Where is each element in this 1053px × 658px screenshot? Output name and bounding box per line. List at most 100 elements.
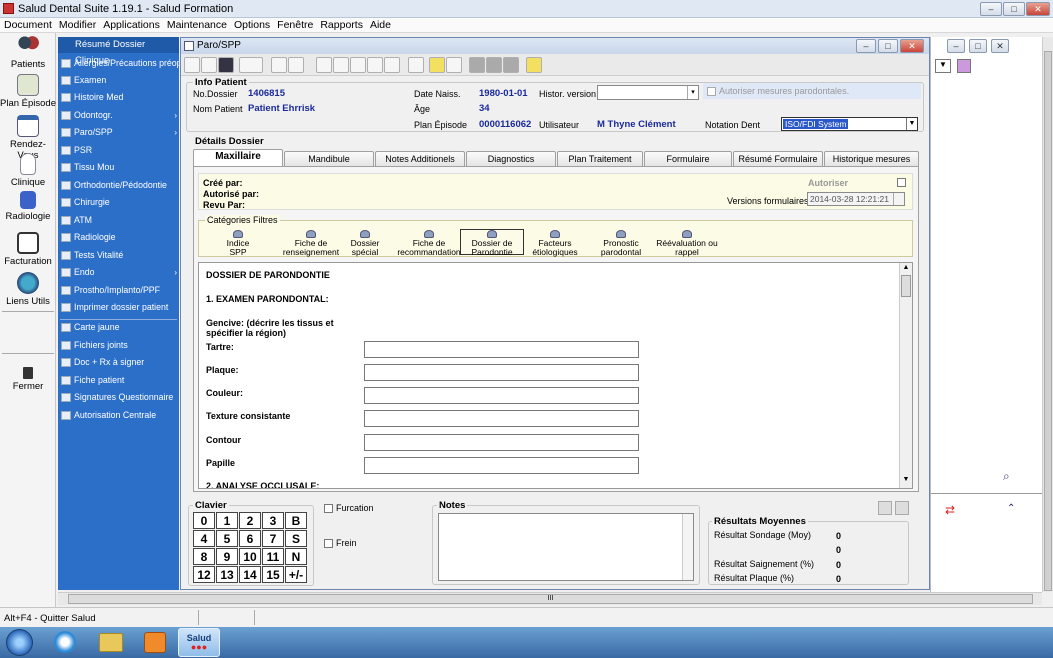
module-liens-utils[interactable]: Liens Utils	[0, 272, 56, 307]
key-1[interactable]: 1	[216, 512, 238, 529]
contour-input[interactable]	[364, 434, 639, 451]
tab-historique-mesures[interactable]: Historique mesures	[824, 151, 919, 166]
tool-icon-8[interactable]	[503, 57, 519, 73]
nav-item-signatures[interactable]: Signatures Questionnaire	[58, 389, 179, 406]
module-fermer[interactable]: Fermer	[0, 367, 56, 392]
nav-item-paro-spp[interactable]: Paro/SPP ›	[58, 124, 179, 141]
nav-item-fichiers-joints[interactable]: Fichiers joints	[58, 337, 179, 354]
key-14[interactable]: 14	[239, 566, 261, 583]
autoriser-mesures-checkbox[interactable]	[707, 87, 716, 96]
key-15[interactable]: 15	[262, 566, 284, 583]
menu-document[interactable]: Document	[0, 18, 55, 31]
paro-close-button[interactable]: ✕	[900, 39, 924, 53]
category-dossier-special[interactable]: Dossier spécial	[337, 230, 393, 257]
document-yellow-icon[interactable]	[429, 57, 445, 73]
media-player-icon[interactable]	[144, 632, 166, 653]
undo-icon[interactable]	[271, 57, 287, 73]
nav-item-prostho[interactable]: Prostho/Implanto/PPF	[58, 282, 179, 299]
tool-icon-1[interactable]	[316, 57, 332, 73]
nav-item-allergies[interactable]: Allergies/Précautions préop.	[58, 55, 179, 72]
tartre-input[interactable]	[364, 341, 639, 358]
nav-item-atm[interactable]: ATM	[58, 212, 179, 229]
exclamation-icon[interactable]	[408, 57, 424, 73]
key-b[interactable]: B	[285, 512, 307, 529]
start-button-icon[interactable]	[6, 629, 33, 656]
histor-version-dropdown[interactable]: ▾	[597, 85, 699, 100]
key-5[interactable]: 5	[216, 530, 238, 547]
nav-item-tests-vitalite[interactable]: Tests Vitalité	[58, 247, 179, 264]
ie-icon[interactable]	[54, 631, 76, 653]
notes-scrollbar[interactable]	[682, 514, 693, 580]
menu-fenetre[interactable]: Fenêtre	[273, 18, 316, 31]
close-button[interactable]: ✕	[1026, 2, 1050, 16]
menu-applications[interactable]: Applications	[99, 18, 163, 31]
nav-header[interactable]: Résumé Dossier Clinique	[58, 37, 179, 66]
bg-refresh-icon[interactable]: ⇄	[945, 503, 955, 517]
results-nav-back-icon[interactable]	[878, 501, 892, 515]
bg-search-icon[interactable]: ⌕	[1003, 469, 1010, 484]
category-fiche-renseignement[interactable]: Fiche de renseignement	[281, 230, 341, 257]
bg-restore-button[interactable]: □	[969, 39, 987, 53]
notes-textarea[interactable]	[438, 513, 694, 581]
main-horizontal-scrollbar[interactable]: III	[58, 592, 1042, 605]
category-indice-spp[interactable]: Indice SPP	[218, 230, 258, 257]
frein-checkbox[interactable]	[324, 539, 333, 548]
module-patients[interactable]: Patients	[0, 35, 56, 70]
main-scroll-thumb[interactable]	[1044, 51, 1052, 591]
main-vertical-scrollbar[interactable]	[1042, 37, 1053, 592]
nav-item-odontogr[interactable]: Odontogr. ›	[58, 107, 179, 124]
results-nav-forward-icon[interactable]	[895, 501, 909, 515]
paro-maximize-button[interactable]: □	[878, 39, 898, 53]
key-8[interactable]: 8	[193, 548, 215, 565]
tab-formulaire[interactable]: Formulaire	[644, 151, 732, 166]
category-dossier-parodontie[interactable]: Dossier de Parodontie	[460, 229, 524, 257]
nav-item-imprimer[interactable]: Imprimer dossier patient	[58, 299, 179, 316]
taskbar-salud[interactable]: Salud ●●●	[178, 628, 220, 657]
nav-item-fiche-patient[interactable]: Fiche patient	[58, 372, 179, 389]
nav-item-chirurgie[interactable]: Chirurgie	[58, 194, 179, 211]
versions-dropdown[interactable]: 2014-03-28 12:21:21	[807, 192, 905, 206]
menu-rapports[interactable]: Rapports	[316, 18, 366, 31]
tool-icon-7[interactable]	[486, 57, 502, 73]
maximize-button[interactable]: □	[1003, 2, 1025, 16]
couleur-input[interactable]	[364, 387, 639, 404]
key-s[interactable]: S	[285, 530, 307, 547]
nav-item-radiologie[interactable]: Radiologie	[58, 229, 179, 246]
nav-item-autorisation[interactable]: Autorisation Centrale	[58, 407, 179, 424]
papille-input[interactable]	[364, 457, 639, 474]
minimize-button[interactable]: –	[980, 2, 1002, 16]
menu-maintenance[interactable]: Maintenance	[163, 18, 230, 31]
open-doc-icon[interactable]	[201, 57, 217, 73]
module-plan-episode[interactable]: Plan Épisode	[0, 74, 56, 109]
tab-resume-formulaire[interactable]: Résumé Formulaire	[733, 151, 823, 166]
tab-plan-traitement[interactable]: Plan Traitement	[557, 151, 643, 166]
nav-item-orthodontie[interactable]: Orthodontie/Pédodontie	[58, 177, 179, 194]
key-10[interactable]: 10	[239, 548, 261, 565]
category-fiche-recommandation[interactable]: Fiche de recommandation	[397, 230, 461, 257]
key-13[interactable]: 13	[216, 566, 238, 583]
copy-icon[interactable]	[288, 57, 304, 73]
bg-collapse-icon[interactable]: ⌃	[1007, 503, 1015, 514]
nav-item-endo[interactable]: Endo ›	[58, 264, 179, 281]
module-clinique[interactable]: Clinique	[0, 153, 56, 188]
key-11[interactable]: 11	[262, 548, 284, 565]
menu-aide[interactable]: Aide	[366, 18, 394, 31]
save-icon[interactable]	[218, 57, 234, 73]
texture-input[interactable]	[364, 410, 639, 427]
key-2[interactable]: 2	[239, 512, 261, 529]
bg-minimize-button[interactable]: –	[947, 39, 965, 53]
key-3[interactable]: 3	[262, 512, 284, 529]
key-n[interactable]: N	[285, 548, 307, 565]
form-scrollbar[interactable]: ▲ ▼	[899, 263, 912, 488]
paro-minimize-button[interactable]: –	[856, 39, 876, 53]
bg-close-button[interactable]: ✕	[991, 39, 1009, 53]
nav-item-histoire-med[interactable]: Histoire Med	[58, 89, 179, 106]
print-icon[interactable]	[239, 57, 263, 73]
menu-modifier[interactable]: Modifier	[55, 18, 99, 31]
tool-icon-4[interactable]	[367, 57, 383, 73]
tool-icon-3[interactable]	[350, 57, 366, 73]
key-6[interactable]: 6	[239, 530, 261, 547]
form-scroll-thumb[interactable]	[901, 275, 911, 297]
help-icon[interactable]	[526, 57, 542, 73]
menu-options[interactable]: Options	[230, 18, 273, 31]
